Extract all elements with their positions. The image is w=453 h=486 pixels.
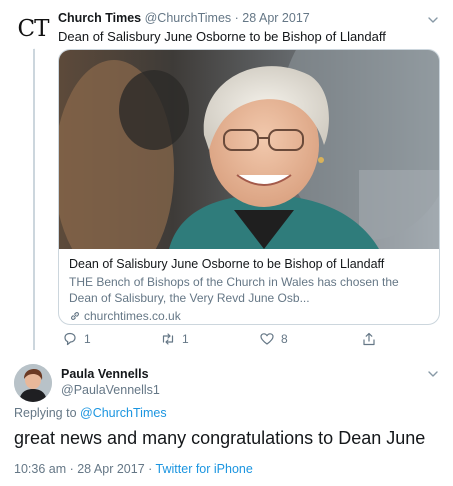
avatar-logo-text: CT: [17, 16, 50, 42]
replying-to-link[interactable]: @ChurchTimes: [80, 406, 167, 420]
chevron-down-icon[interactable]: [427, 368, 439, 380]
reply-author-name[interactable]: Paula Vennells: [61, 367, 149, 381]
reply-tweet[interactable]: Paula Vennells @PaulaVennells1 Replying …: [0, 358, 453, 486]
tweet-date[interactable]: 28 Apr 2017: [242, 11, 309, 25]
like-icon: [260, 333, 274, 345]
card-domain-row: churchtimes.co.uk: [69, 308, 429, 324]
reply-author-handle[interactable]: @PaulaVennells1: [61, 383, 160, 397]
reply-date[interactable]: 28 Apr 2017: [77, 462, 144, 476]
reply-action[interactable]: 1: [62, 331, 91, 347]
replying-to-prefix: Replying to: [14, 406, 81, 420]
dot-separator: ·: [66, 462, 78, 476]
card-photo: [59, 50, 439, 249]
replying-to: Replying to @ChurchTimes: [14, 406, 167, 420]
tweet-source-link[interactable]: Twitter for iPhone: [156, 462, 253, 476]
like-count: 8: [281, 332, 288, 346]
paula-vennells-avatar[interactable]: [14, 364, 52, 402]
card-image[interactable]: [59, 50, 439, 249]
author-name[interactable]: Church Times: [58, 11, 141, 25]
author-handle[interactable]: @ChurchTimes: [145, 11, 232, 25]
card-title: Dean of Salisbury June Osborne to be Bis…: [69, 257, 385, 271]
retweet-count: 1: [182, 332, 189, 346]
link-icon: [71, 312, 79, 320]
church-times-avatar[interactable]: CT: [13, 9, 53, 49]
parent-tweet[interactable]: CT Church Times @ChurchTimes · 28 Apr 20…: [0, 0, 453, 356]
retweet-icon: [162, 333, 174, 345]
retweet-action[interactable]: 1: [160, 331, 189, 347]
reply-count: 1: [84, 332, 91, 346]
chevron-down-icon[interactable]: [427, 14, 439, 26]
reply-text: great news and many congratulations to D…: [14, 428, 426, 448]
tweet-actions: 1 1 8: [58, 331, 388, 349]
card-body[interactable]: Dean of Salisbury June Osborne to be Bis…: [69, 256, 429, 324]
card-description: THE Bench of Bishops of the Church in Wa…: [69, 275, 399, 305]
share-action[interactable]: [361, 331, 377, 347]
reply-icon: [64, 332, 76, 346]
card-domain: churchtimes.co.uk: [84, 309, 181, 323]
reply-time[interactable]: 10:36 am: [14, 462, 66, 476]
link-preview-card[interactable]: Dean of Salisbury June Osborne to be Bis…: [58, 49, 440, 325]
tweet-text: Dean of Salisbury June Osborne to be Bis…: [58, 29, 386, 44]
share-icon: [363, 332, 375, 346]
avatar-photo: [14, 364, 52, 402]
dot-separator: ·: [144, 462, 156, 476]
like-action[interactable]: 8: [259, 331, 288, 347]
parent-tweet-header: Church Times @ChurchTimes · 28 Apr 2017: [58, 11, 310, 25]
reply-meta: 10:36 am · 28 Apr 2017 · Twitter for iPh…: [14, 462, 253, 476]
